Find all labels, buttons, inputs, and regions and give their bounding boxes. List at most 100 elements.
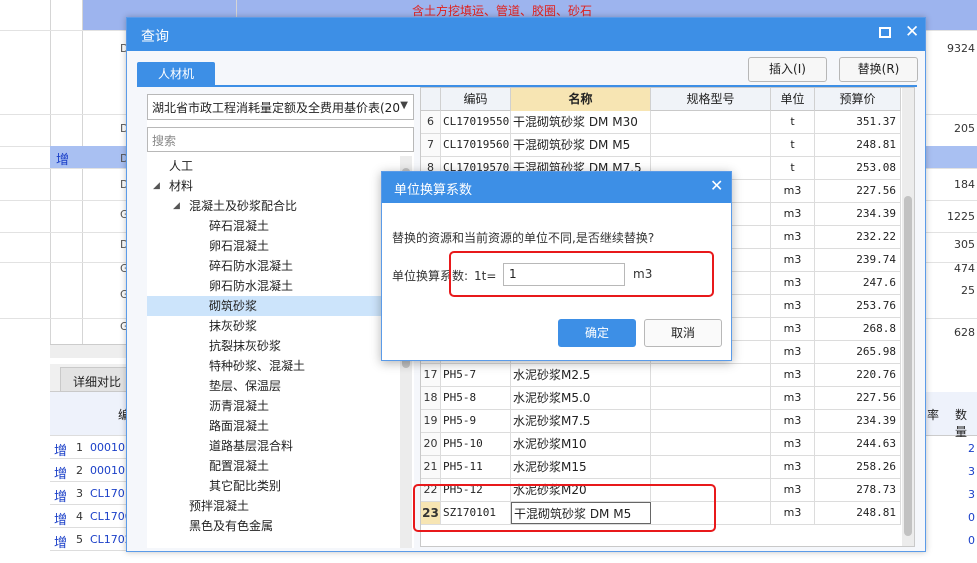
cell-unit[interactable]: m3 xyxy=(771,410,815,432)
cell-price[interactable]: 234.39 xyxy=(815,203,901,225)
cell-name[interactable]: 水泥砂浆M7.5 xyxy=(511,410,651,432)
insert-button[interactable]: 插入(I) xyxy=(748,57,827,82)
cell-unit[interactable]: m3 xyxy=(771,341,815,363)
replace-button[interactable]: 替换(R) xyxy=(839,57,918,82)
cell-unit[interactable]: m3 xyxy=(771,180,815,202)
cell-price[interactable]: 247.6 xyxy=(815,272,901,294)
cell-code[interactable]: PH5-8 xyxy=(441,387,511,409)
scroll-thumb[interactable] xyxy=(904,196,912,536)
header-code[interactable]: 编码 xyxy=(441,88,511,111)
table-row[interactable]: 19 PH5-9 水泥砂浆M7.5 m3 234.39 xyxy=(421,410,901,433)
tab-labor-material-machine[interactable]: 人材机 xyxy=(137,62,215,87)
tree-item[interactable]: 黑色及有色金属 xyxy=(147,516,414,536)
tree-item[interactable]: 抹灰砂浆 xyxy=(147,316,414,336)
cell-spec[interactable] xyxy=(651,364,771,386)
ok-button[interactable]: 确定 xyxy=(558,319,636,347)
cell-spec[interactable] xyxy=(651,111,771,133)
table-row[interactable]: 20 PH5-10 水泥砂浆M10 m3 244.63 xyxy=(421,433,901,456)
cell-spec[interactable] xyxy=(651,387,771,409)
cell-name[interactable]: 干混砌筑砂浆 DM M5 xyxy=(511,134,651,156)
cell-price[interactable]: 278.73 xyxy=(815,479,901,501)
library-select[interactable]: 湖北省市政工程消耗量定额及全费用基价表(20 ▼ xyxy=(147,94,414,120)
cancel-button[interactable]: 取消 xyxy=(644,319,722,347)
maximize-icon[interactable] xyxy=(879,27,891,38)
tree-item[interactable]: 卵石混凝土 xyxy=(147,236,414,256)
cell-unit[interactable]: t xyxy=(771,111,815,133)
cell-spec[interactable] xyxy=(651,433,771,455)
cell-unit[interactable]: m3 xyxy=(771,249,815,271)
table-row[interactable]: 7 CL17019560 干混砌筑砂浆 DM M5 t 248.81 xyxy=(421,134,901,157)
cell-unit[interactable]: t xyxy=(771,134,815,156)
grid-scrollbar[interactable] xyxy=(902,88,914,546)
table-row[interactable]: 21 PH5-11 水泥砂浆M15 m3 258.26 xyxy=(421,456,901,479)
dialog-titlebar[interactable]: 单位换算系数 ✕ xyxy=(382,172,731,203)
tree-item[interactable]: 道路基层混合料 xyxy=(147,436,414,456)
cell-code[interactable]: PH5-10 xyxy=(441,433,511,455)
cell-name[interactable]: 水泥砂浆M10 xyxy=(511,433,651,455)
cell-unit[interactable]: m3 xyxy=(771,479,815,501)
cell-price[interactable]: 227.56 xyxy=(815,387,901,409)
table-row[interactable]: 18 PH5-8 水泥砂浆M5.0 m3 227.56 xyxy=(421,387,901,410)
tree-item[interactable]: 卵石防水混凝土 xyxy=(147,276,414,296)
tree-item[interactable]: ◢ 材料 xyxy=(147,176,414,196)
cell-code[interactable]: CL17019560 xyxy=(441,134,511,156)
table-row[interactable]: 6 CL17019550 干混砌筑砂浆 DM M30 t 351.37 xyxy=(421,111,901,134)
header-spec[interactable]: 规格型号 xyxy=(651,88,771,111)
table-row[interactable]: 增 5 CL1702 xyxy=(50,528,132,551)
cell-code[interactable]: PH5-9 xyxy=(441,410,511,432)
expand-icon[interactable]: ◢ xyxy=(173,196,180,216)
cell-spec[interactable] xyxy=(651,456,771,478)
cell-price[interactable]: 253.76 xyxy=(815,295,901,317)
table-row[interactable]: 增 4 CL1700 xyxy=(50,505,132,528)
tree-item[interactable]: 特种砂浆、混凝土 xyxy=(147,356,414,376)
header-price[interactable]: 预算价 xyxy=(815,88,901,111)
table-row[interactable]: 增 1 000101 xyxy=(50,436,132,459)
cell-unit[interactable]: m3 xyxy=(771,433,815,455)
tree-item[interactable]: 抗裂抹灰砂浆 xyxy=(147,336,414,356)
cell-unit[interactable]: m3 xyxy=(771,502,815,524)
cell-spec[interactable] xyxy=(651,134,771,156)
header-unit[interactable]: 单位 xyxy=(771,88,815,111)
header-name[interactable]: 名称 xyxy=(511,88,651,111)
cell-unit[interactable]: m3 xyxy=(771,456,815,478)
cell-price[interactable]: 268.8 xyxy=(815,318,901,340)
cell-unit[interactable]: m3 xyxy=(771,226,815,248)
cell-name[interactable]: 水泥砂浆M15 xyxy=(511,456,651,478)
table-row[interactable]: 增 3 CL1701 xyxy=(50,482,132,505)
tree-item[interactable]: 人工 xyxy=(147,156,414,176)
cell-price[interactable]: 234.39 xyxy=(815,410,901,432)
detail-compare-tab[interactable]: 详细对比 xyxy=(60,367,135,392)
cell-code[interactable]: PH5-7 xyxy=(441,364,511,386)
close-icon[interactable]: ✕ xyxy=(905,22,919,42)
cell-unit[interactable]: m3 xyxy=(771,272,815,294)
cell-price[interactable]: 232.22 xyxy=(815,226,901,248)
tree-item[interactable]: 碎石防水混凝土 xyxy=(147,256,414,276)
cell-unit[interactable]: m3 xyxy=(771,318,815,340)
search-input[interactable]: 搜索 xyxy=(147,127,414,152)
close-icon[interactable]: ✕ xyxy=(710,176,723,195)
tree-item[interactable]: 碎石混凝土 xyxy=(147,216,414,236)
table-row[interactable]: 增 2 000101 xyxy=(50,459,132,482)
cell-name[interactable]: 水泥砂浆M2.5 xyxy=(511,364,651,386)
cell-price[interactable]: 220.76 xyxy=(815,364,901,386)
cell-price[interactable]: 351.37 xyxy=(815,111,901,133)
tree-item[interactable]: ◢ 混凝土及砂浆配合比 xyxy=(147,196,414,216)
tree-item[interactable]: 砌筑砂浆 xyxy=(147,296,414,316)
cell-spec[interactable] xyxy=(651,410,771,432)
cell-name[interactable]: 水泥砂浆M5.0 xyxy=(511,387,651,409)
cell-unit[interactable]: m3 xyxy=(771,295,815,317)
cell-code[interactable]: CL17019550 xyxy=(441,111,511,133)
cell-unit[interactable]: m3 xyxy=(771,387,815,409)
cell-unit[interactable]: t xyxy=(771,157,815,179)
tree-item[interactable]: 路面混凝土 xyxy=(147,416,414,436)
cell-price[interactable]: 244.63 xyxy=(815,433,901,455)
cell-name[interactable]: 干混砌筑砂浆 DM M30 xyxy=(511,111,651,133)
expand-icon[interactable]: ◢ xyxy=(153,176,160,196)
table-row[interactable]: 17 PH5-7 水泥砂浆M2.5 m3 220.76 xyxy=(421,364,901,387)
cell-price[interactable]: 253.08 xyxy=(815,157,901,179)
tree-item[interactable]: 垫层、保温层 xyxy=(147,376,414,396)
cell-code[interactable]: PH5-11 xyxy=(441,456,511,478)
cell-price[interactable]: 248.81 xyxy=(815,502,901,524)
tree-item[interactable]: 沥青混凝土 xyxy=(147,396,414,416)
cell-price[interactable]: 239.74 xyxy=(815,249,901,271)
